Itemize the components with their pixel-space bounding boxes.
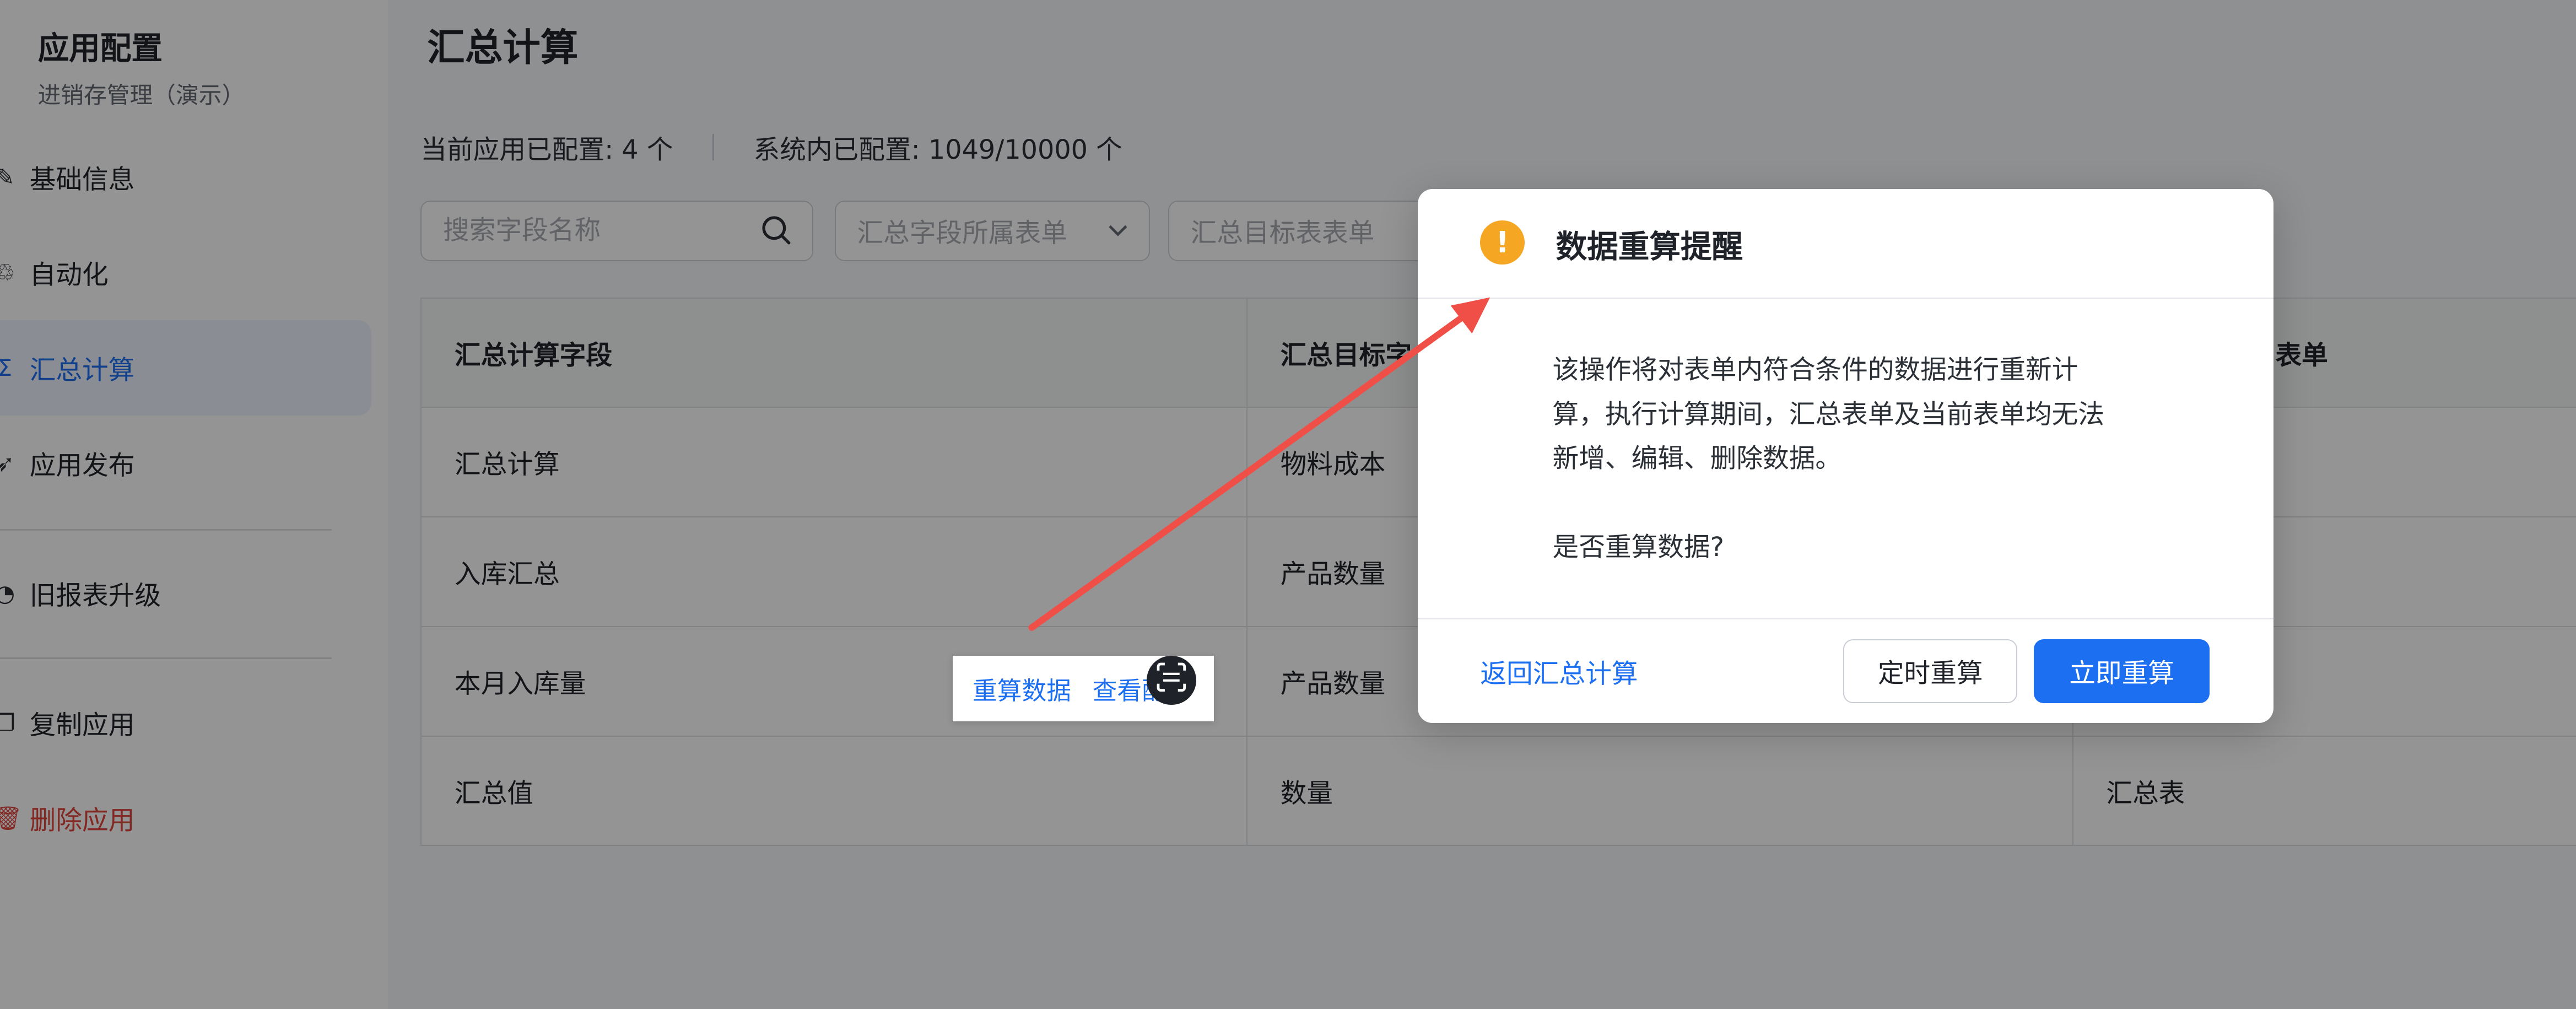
recalc-now-button[interactable]: 立即重算 <box>2034 639 2210 704</box>
warning-icon: ! <box>1480 220 1525 265</box>
dialog-message-line: 新增、编辑、删除数据。 <box>1552 444 1842 474</box>
scan-icon <box>1157 662 1186 699</box>
recalc-data-link[interactable]: 重算数据 <box>973 671 1071 706</box>
dialog-message: 该操作将对表单内符合条件的数据进行重新计 算，执行计算期间，汇总表单及当前表单均… <box>1553 348 2161 482</box>
screenshot-scan-button[interactable] <box>1147 655 1196 705</box>
dialog-footer-divider <box>1418 618 2274 619</box>
dialog-message-line: 该操作将对表单内符合条件的数据进行重新计 <box>1552 355 2078 386</box>
dialog-question: 是否重算数据? <box>1552 532 1724 563</box>
dialog-header: ! 数据重算提醒 <box>1418 189 2274 299</box>
back-to-summary-link[interactable]: 返回汇总计算 <box>1480 652 1638 690</box>
recalc-confirm-dialog: ! 数据重算提醒 该操作将对表单内符合条件的数据进行重新计 算，执行计算期间，汇… <box>1418 188 2274 723</box>
scheduled-recalc-button[interactable]: 定时重算 <box>1843 639 2018 704</box>
dialog-message-line: 算，执行计算期间，汇总表单及当前表单均无法 <box>1552 399 2104 430</box>
dialog-title: 数据重算提醒 <box>1556 229 1743 266</box>
